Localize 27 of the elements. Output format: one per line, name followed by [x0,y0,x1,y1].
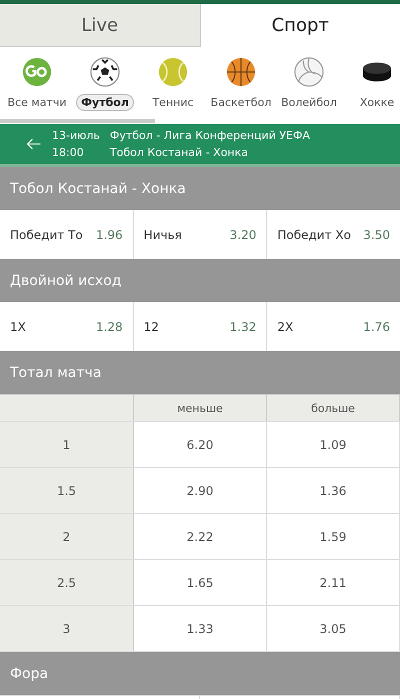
event-date: 13-июль [52,129,100,142]
total-line-cell: 2.5 [0,560,134,605]
tab[interactable]: Live [0,4,200,47]
sport-tab[interactable]: Волейбол [276,94,342,111]
column-header: больше [267,395,400,421]
total-line-cell: 1 [0,422,134,467]
total-line-cell: 1.5 [0,468,134,513]
volleyball-icon[interactable] [294,57,324,87]
total-line-cell: 2 [0,514,134,559]
market-title: Тобол Костанай - Хонка [10,180,186,196]
column-header: меньше [134,395,267,421]
sport-tab[interactable]: Баскетбол [206,94,276,111]
league-name: Футбол - Лига Конференций УЕФА [110,129,310,142]
sport-tab[interactable]: Хокке [354,94,400,111]
sport-tab[interactable]: Футбол [76,94,134,111]
market-title: Двойной исход [10,272,122,288]
market-title: Фора [10,666,48,682]
sport-tab[interactable]: Теннис [147,94,199,111]
event-time: 18:00 [52,146,85,159]
basketball-icon[interactable] [226,57,256,87]
soccer-ball-icon[interactable] [90,57,120,87]
back-arrow-icon[interactable] [26,138,42,150]
market-title: Тотал матча [10,364,102,380]
match-name: Тобол Костанай - Хонка [110,146,250,159]
go-icon[interactable] [22,57,52,87]
sport-tab[interactable]: Все матчи [2,94,72,111]
total-line-cell: 3 [0,606,134,651]
